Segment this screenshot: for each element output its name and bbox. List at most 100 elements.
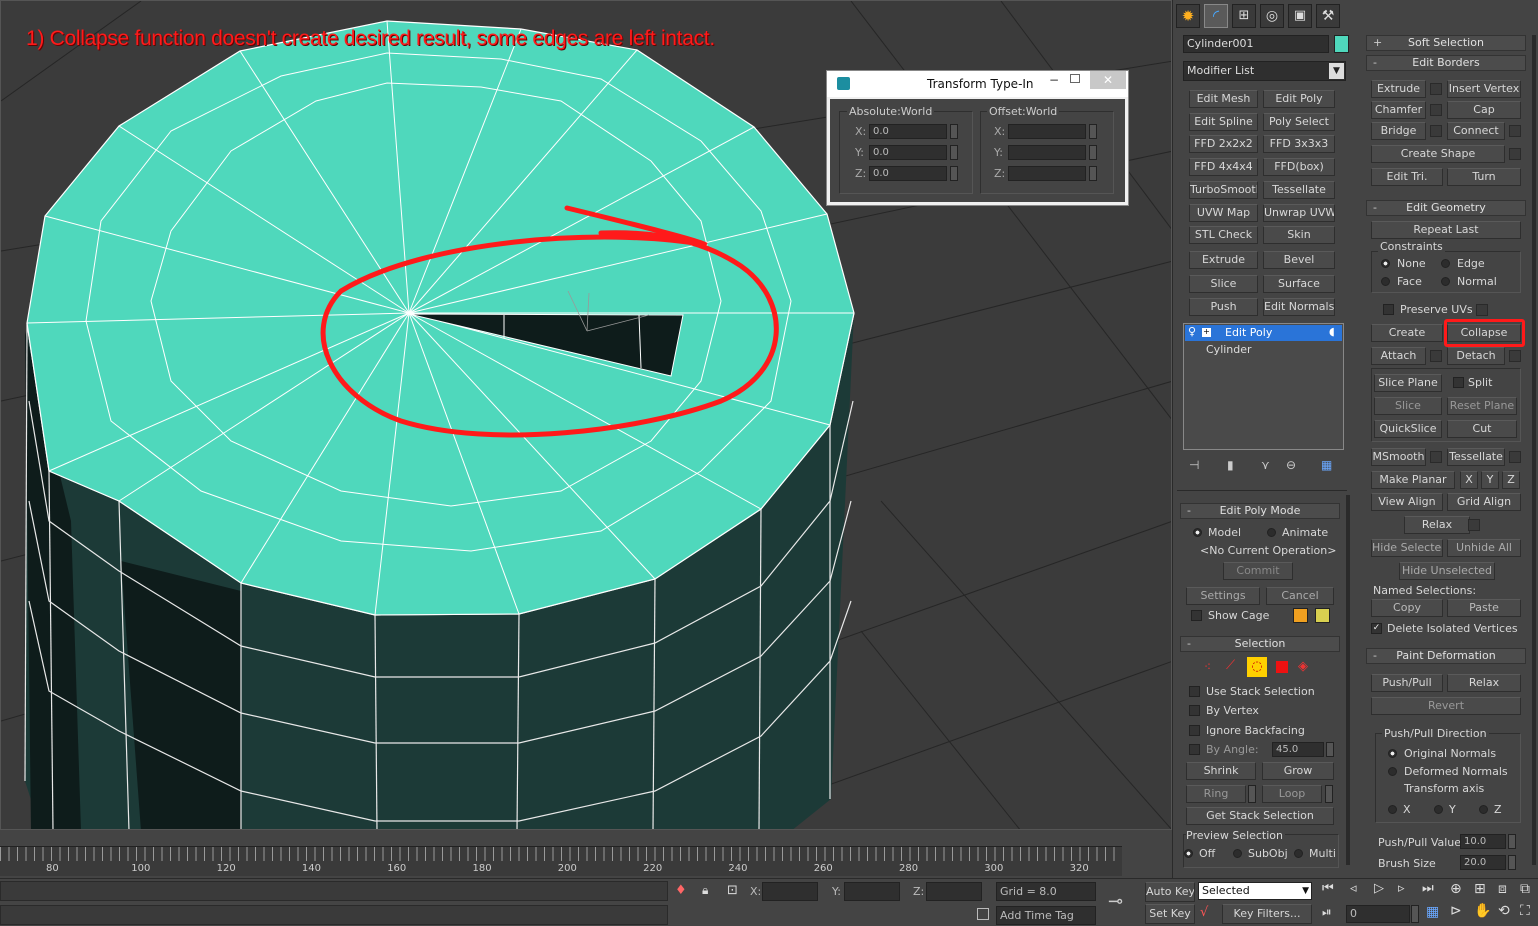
tessellate-button[interactable]: Tessellate xyxy=(1447,448,1505,466)
reset-plane-button[interactable]: Reset Plane xyxy=(1447,397,1517,415)
abs-z-spinner[interactable] xyxy=(950,166,958,181)
repeat-last-button[interactable]: Repeat Last xyxy=(1371,221,1521,239)
constraint-normal-radio[interactable] xyxy=(1441,277,1450,286)
zoom-icon[interactable]: ⊕ xyxy=(1450,881,1462,897)
zoom-extents-icon[interactable]: ⧈ xyxy=(1498,881,1507,897)
view-align-button[interactable]: View Align xyxy=(1371,493,1443,511)
go-to-start-icon[interactable]: ⏮ xyxy=(1322,881,1334,896)
revert-button[interactable]: Revert xyxy=(1371,697,1521,715)
time-config-icon[interactable]: ▦ xyxy=(1426,904,1439,920)
modifier-button[interactable]: FFD(box) xyxy=(1263,158,1335,176)
modifier-button[interactable]: Edit Normals xyxy=(1263,298,1335,316)
planar-y-button[interactable]: Y xyxy=(1481,471,1499,489)
connect-button[interactable]: Connect xyxy=(1447,122,1505,140)
modifier-button[interactable]: Edit Poly xyxy=(1263,90,1335,108)
make-unique-icon[interactable]: ⋎ xyxy=(1261,458,1270,472)
modifier-button[interactable]: Slice xyxy=(1189,275,1258,293)
utilities-tab-icon[interactable]: ⚒ xyxy=(1316,4,1340,28)
zoom-all-icon[interactable]: ⊞ xyxy=(1474,881,1486,897)
chamfer-button[interactable]: Chamfer xyxy=(1371,101,1426,119)
edit-geometry-header[interactable]: - Edit Geometry xyxy=(1366,200,1526,216)
field-of-view-icon[interactable]: ⊳ xyxy=(1450,903,1462,919)
configure-sets-icon[interactable]: ▦ xyxy=(1321,458,1332,472)
next-frame-icon[interactable]: ▹ xyxy=(1398,881,1405,896)
modifier-button[interactable]: FFD 3x3x3 xyxy=(1263,135,1335,153)
attach-settings-icon[interactable] xyxy=(1430,350,1442,362)
stack-item-cylinder[interactable]: Cylinder xyxy=(1206,343,1252,356)
cage-color-2[interactable] xyxy=(1315,608,1330,623)
commit-button[interactable]: Commit xyxy=(1223,562,1293,580)
cage-color-1[interactable] xyxy=(1293,608,1308,623)
left-panel-scrollbar[interactable] xyxy=(1346,495,1350,865)
edit-tri-button[interactable]: Edit Tri. xyxy=(1371,168,1443,186)
by-vertex-checkbox[interactable] xyxy=(1189,705,1200,716)
abs-x-field[interactable]: 0.0 xyxy=(869,124,947,139)
element-mode-icon[interactable]: ◈ xyxy=(1298,659,1308,674)
ignore-backfacing-checkbox[interactable] xyxy=(1189,725,1200,736)
maximize-viewport-icon[interactable]: ⛶ xyxy=(1520,903,1530,919)
create-shape-settings-icon[interactable] xyxy=(1509,148,1521,160)
set-key-mode-icon[interactable]: ⊸ xyxy=(1108,891,1123,912)
chamfer-settings-icon[interactable] xyxy=(1430,104,1442,116)
maximize-icon[interactable] xyxy=(1070,74,1080,83)
modifier-button[interactable]: Surface xyxy=(1263,275,1335,293)
make-planar-button[interactable]: Make Planar xyxy=(1371,471,1455,489)
absolute-mode-icon[interactable]: ⊡ xyxy=(727,883,738,898)
modifier-button[interactable]: STL Check xyxy=(1189,226,1258,244)
preview-subobj-radio[interactable] xyxy=(1233,849,1242,858)
bridge-settings-icon[interactable] xyxy=(1430,125,1442,137)
stack-item-edit-poly[interactable]: ♀ + Edit Poly ◖ xyxy=(1185,325,1342,341)
abs-y-spinner[interactable] xyxy=(950,145,958,160)
play-icon[interactable]: ▷ xyxy=(1374,881,1384,896)
orbit-icon[interactable]: ⟲ xyxy=(1498,903,1510,919)
off-z-spinner[interactable] xyxy=(1089,166,1097,181)
add-time-tag-icon[interactable] xyxy=(977,908,989,920)
isolate-icon[interactable]: ♦ xyxy=(675,883,687,898)
unhide-all-button[interactable]: Unhide All xyxy=(1447,539,1521,557)
edit-borders-header[interactable]: - Edit Borders xyxy=(1366,55,1526,71)
paint-deformation-header[interactable]: - Paint Deformation xyxy=(1366,648,1526,664)
lock-icon[interactable]: 🔒︎ xyxy=(702,883,708,898)
slice-button[interactable]: Slice xyxy=(1374,397,1442,415)
axis-x-radio[interactable] xyxy=(1388,805,1397,814)
detach-settings-icon[interactable] xyxy=(1509,350,1521,362)
model-radio[interactable] xyxy=(1193,528,1202,537)
add-time-tag[interactable]: Add Time Tag xyxy=(996,906,1096,925)
status-x-field[interactable] xyxy=(762,882,818,901)
turn-button[interactable]: Turn xyxy=(1447,168,1521,186)
quickslice-button[interactable]: QuickSlice xyxy=(1374,420,1442,438)
modifier-button[interactable]: TurboSmooth xyxy=(1189,181,1258,199)
object-color-swatch[interactable] xyxy=(1334,35,1349,53)
off-y-spinner[interactable] xyxy=(1089,145,1097,160)
abs-x-spinner[interactable] xyxy=(950,124,958,139)
off-z-field[interactable] xyxy=(1008,166,1086,181)
border-mode-icon[interactable]: ◌ xyxy=(1247,657,1267,677)
tessellate-settings-icon[interactable] xyxy=(1509,451,1521,463)
status-z-field[interactable] xyxy=(926,882,982,901)
pan-icon[interactable]: ✋ xyxy=(1474,903,1491,919)
axis-y-radio[interactable] xyxy=(1434,805,1443,814)
close-icon[interactable]: ✕ xyxy=(1090,71,1126,89)
modifier-button[interactable]: UVW Map xyxy=(1189,204,1258,222)
settings-button[interactable]: Settings xyxy=(1186,587,1260,605)
modifier-button[interactable]: Bevel xyxy=(1263,251,1335,269)
relax-settings-icon[interactable] xyxy=(1468,519,1480,531)
create-button[interactable]: Create xyxy=(1371,324,1443,342)
split-checkbox[interactable] xyxy=(1453,377,1464,388)
off-y-field[interactable] xyxy=(1008,145,1086,160)
show-cage-checkbox[interactable] xyxy=(1191,610,1202,621)
connect-settings-icon[interactable] xyxy=(1509,125,1521,137)
key-mode-icon[interactable]: ⏯ xyxy=(1322,905,1332,920)
hide-selected-button[interactable]: Hide Selected xyxy=(1371,539,1443,557)
dialog-titlebar[interactable]: Transform Type-In − ✕ xyxy=(827,71,1128,97)
hide-unselected-button[interactable]: Hide Unselected xyxy=(1399,562,1495,580)
current-frame-spinner[interactable] xyxy=(1411,905,1419,923)
modifier-button[interactable]: Edit Spline xyxy=(1189,113,1258,131)
preserve-uvs-settings-icon[interactable] xyxy=(1476,304,1488,316)
right-panel-scrollbar[interactable] xyxy=(1532,35,1536,865)
paint-relax-button[interactable]: Relax xyxy=(1447,674,1521,692)
modifier-button[interactable]: FFD 4x4x4 xyxy=(1189,158,1258,176)
previous-frame-icon[interactable]: ◃ xyxy=(1350,881,1357,896)
animate-radio[interactable] xyxy=(1267,528,1276,537)
preserve-uvs-checkbox[interactable] xyxy=(1383,304,1394,315)
